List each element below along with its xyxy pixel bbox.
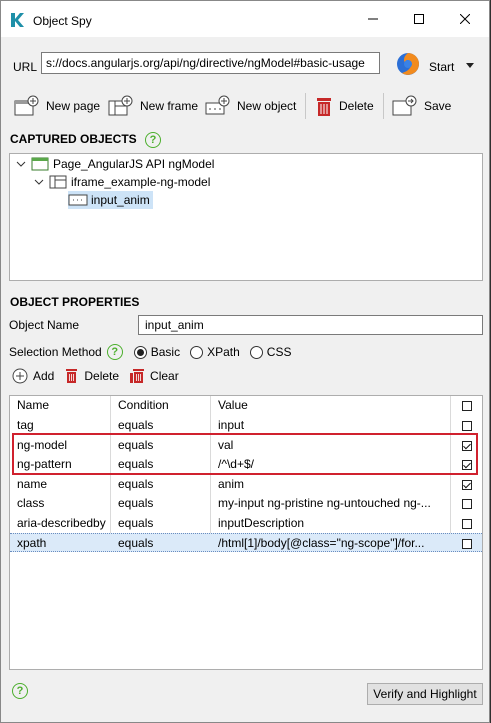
grid-header: Name Condition Value <box>10 396 482 415</box>
help-icon[interactable]: ? <box>145 132 162 148</box>
select-all-checkbox[interactable] <box>461 400 472 411</box>
table-row[interactable]: aria-describedby equals inputDescription <box>10 514 482 533</box>
radio-xpath[interactable]: XPath <box>190 345 240 359</box>
tree-item-label: iframe_example-ng-model <box>71 175 211 189</box>
cell-condition[interactable]: equals <box>111 494 211 513</box>
header-condition[interactable]: Condition <box>111 396 211 415</box>
cell-value[interactable]: anim <box>211 475 451 494</box>
chevron-down-icon[interactable] <box>466 63 474 68</box>
selection-method-label: Selection Method <box>9 345 102 359</box>
tree-item-input-anim[interactable]: input_anim <box>68 191 153 209</box>
cell-value[interactable]: /html[1]/body[@class="ng-scope"]/for... <box>211 534 451 553</box>
verify-and-highlight-button[interactable]: Verify and Highlight <box>367 683 483 705</box>
row-checkbox[interactable] <box>461 498 472 509</box>
cell-value[interactable]: inputDescription <box>211 514 451 533</box>
radio-basic-indicator[interactable] <box>133 345 147 359</box>
firefox-icon[interactable] <box>396 52 420 76</box>
new-object-button[interactable]: New object <box>205 91 296 121</box>
tree-item-frame[interactable]: iframe_example-ng-model <box>34 173 210 191</box>
clear-properties-button[interactable]: Clear <box>129 368 179 384</box>
toolbar-separator <box>383 93 384 119</box>
close-icon <box>460 14 470 24</box>
frame-icon <box>49 175 67 189</box>
object-name-label: Object Name <box>9 318 80 332</box>
tree-item-label: input_anim <box>91 193 150 207</box>
object-properties-heading: OBJECT PROPERTIES <box>10 295 140 309</box>
header-name[interactable]: Name <box>10 396 111 415</box>
clear-all-icon <box>130 369 145 383</box>
title-bar: Object Spy <box>1 1 489 37</box>
new-object-icon <box>205 95 230 115</box>
table-row[interactable]: xpath equals/html[1]/body[@class="ng-scop… <box>10 533 482 552</box>
tree-item-label: Page_AngularJS API ngModel <box>53 157 215 171</box>
add-icon <box>12 368 28 384</box>
url-label: URL <box>13 60 38 74</box>
minimize-button[interactable] <box>350 1 396 37</box>
new-frame-button[interactable]: New frame <box>108 91 198 121</box>
maximize-button[interactable] <box>396 1 442 37</box>
object-spy-window: Object Spy URL s://docs.angularjs.org/ap… <box>0 0 490 723</box>
toolbar-separator <box>305 93 306 119</box>
katalon-logo-icon <box>11 13 24 27</box>
cell-checkbox[interactable] <box>451 494 482 513</box>
row-checkbox[interactable] <box>461 518 472 529</box>
radio-basic[interactable]: Basic <box>133 345 180 359</box>
header-select-all[interactable] <box>451 396 482 415</box>
cell-name[interactable]: xpath <box>10 534 111 553</box>
save-icon <box>392 95 417 116</box>
new-page-icon <box>14 95 39 116</box>
new-frame-icon <box>108 95 133 116</box>
cell-condition[interactable]: equals <box>111 475 211 494</box>
chevron-down-icon[interactable] <box>34 177 44 187</box>
cell-checkbox[interactable] <box>451 534 482 553</box>
property-actions: Add Delete Clear <box>12 368 179 384</box>
url-row: URL s://docs.angularjs.org/api/ng/direct… <box>1 49 489 79</box>
window-title: Object Spy <box>33 14 92 28</box>
add-property-button[interactable]: Add <box>12 368 54 384</box>
save-button[interactable]: Save <box>392 91 451 121</box>
input-object-icon <box>68 194 88 206</box>
trash-icon <box>317 98 331 116</box>
radio-css[interactable]: CSS <box>249 345 291 359</box>
selection-method-row: Selection Method ? Basic XPath CSS <box>9 344 291 360</box>
cell-value[interactable]: my-input ng-pristine ng-untouched ng-... <box>211 494 451 513</box>
start-button[interactable]: Start <box>429 60 454 74</box>
cell-name[interactable]: name <box>10 475 111 494</box>
radio-xpath-indicator[interactable] <box>190 345 204 359</box>
row-checkbox[interactable] <box>461 479 472 490</box>
url-input[interactable]: s://docs.angularjs.org/api/ng/directive/… <box>41 52 380 74</box>
chevron-down-icon[interactable] <box>16 159 26 169</box>
cell-condition[interactable]: equals <box>111 534 211 553</box>
cell-name[interactable]: aria-describedby <box>10 514 111 533</box>
highlight-box <box>12 433 478 475</box>
table-row[interactable]: name equals anim <box>10 475 482 494</box>
delete-property-button[interactable]: Delete <box>65 368 119 384</box>
close-button[interactable] <box>442 1 488 37</box>
radio-css-indicator[interactable] <box>249 345 263 359</box>
toolbar: New page New frame New object Delete Sav… <box>1 91 489 121</box>
trash-icon <box>66 369 78 383</box>
help-icon[interactable]: ? <box>12 683 28 699</box>
cell-name[interactable]: class <box>10 494 111 513</box>
tree-item-page[interactable]: Page_AngularJS API ngModel <box>16 155 214 173</box>
new-page-button[interactable]: New page <box>14 91 100 121</box>
cell-checkbox[interactable] <box>451 514 482 533</box>
captured-objects-tree[interactable]: Page_AngularJS API ngModel iframe_exampl… <box>9 153 483 281</box>
page-icon <box>31 157 49 171</box>
properties-grid[interactable]: Name Condition Value tag equals input ng-mo… <box>9 395 483 670</box>
minimize-icon <box>368 18 378 20</box>
table-row[interactable]: class equals my-input ng-pristine ng-untou… <box>10 494 482 513</box>
cell-condition[interactable]: equals <box>111 514 211 533</box>
captured-objects-heading: CAPTURED OBJECTS ? <box>10 132 162 148</box>
row-checkbox[interactable] <box>461 538 472 549</box>
maximize-icon <box>414 14 424 24</box>
header-value[interactable]: Value <box>211 396 451 415</box>
row-checkbox[interactable] <box>461 420 472 431</box>
object-name-input[interactable]: input_anim <box>138 315 483 335</box>
cell-checkbox[interactable] <box>451 475 482 494</box>
help-icon[interactable]: ? <box>106 344 123 360</box>
delete-button[interactable]: Delete <box>315 91 374 121</box>
